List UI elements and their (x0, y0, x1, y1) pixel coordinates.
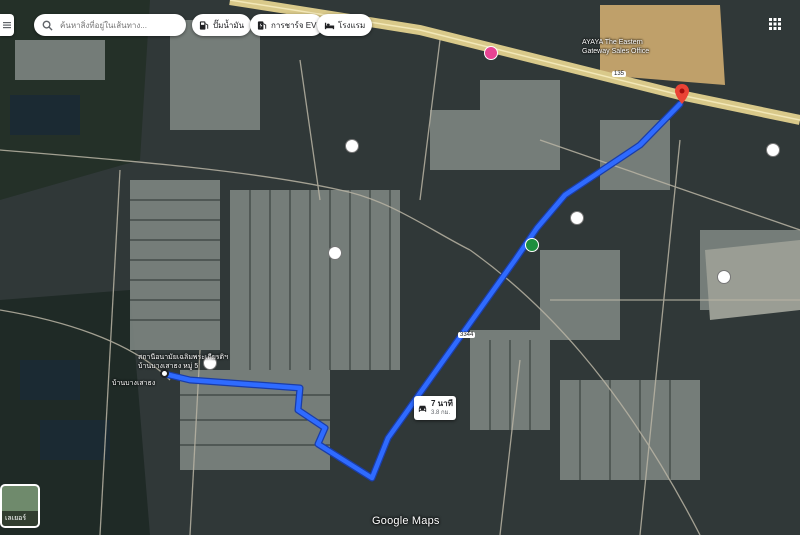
hotel-icon (324, 22, 335, 29)
apps-grid-icon (769, 18, 781, 30)
satellite-map[interactable] (0, 0, 800, 535)
chip-hotel-label: โรงแรม (338, 20, 366, 30)
poi-pin-icon[interactable] (345, 139, 359, 153)
menu-button[interactable] (0, 14, 14, 36)
route-search-box[interactable] (34, 14, 186, 36)
chip-ev-charging-label: การชาร์จ EV (271, 20, 317, 30)
route-duration-card[interactable]: 7 นาที 3.8 กม. (414, 396, 456, 420)
chip-gas-station[interactable]: ปั๊มน้ำมัน (192, 14, 252, 36)
search-icon (42, 20, 53, 31)
ev-charger-icon (257, 20, 267, 30)
destination-pin-icon[interactable] (675, 84, 689, 104)
shopping-poi-icon[interactable] (484, 46, 498, 60)
highway-shield: 135 (612, 71, 627, 77)
layers-button[interactable]: เลเยอร์ (0, 484, 40, 528)
chip-hotel[interactable]: โรงแรม (317, 14, 373, 36)
poi-pin-icon[interactable] (570, 211, 584, 225)
google-maps-logo: Google Maps (372, 515, 440, 527)
poi-pin-icon[interactable] (328, 246, 342, 260)
gas-station-poi-icon[interactable] (525, 238, 539, 252)
apps-button[interactable] (768, 17, 782, 31)
car-icon (418, 405, 427, 412)
route-duration: 7 นาที (431, 399, 453, 408)
origin-label: บ้านบางเสาธง (112, 380, 156, 387)
road-3344-shield: 3344 (458, 332, 476, 338)
chip-gas-station-label: ปั๊มน้ำมัน (213, 20, 245, 30)
origin-poi-sublabel: บ้านบางเสาธง หมู่ 5 (138, 363, 199, 370)
layers-label: เลเยอร์ (5, 515, 27, 522)
chip-ev-charging[interactable]: การชาร์จ EV (250, 14, 324, 36)
destination-poi-label: AYAYA The Eastern Gateway Sales Office (582, 39, 650, 55)
menu-icon (3, 22, 11, 29)
gas-station-icon (199, 20, 209, 30)
route-search-input[interactable] (58, 19, 178, 31)
route-distance: 3.8 กม. (431, 410, 451, 416)
poi-pin-icon[interactable] (766, 143, 780, 157)
poi-pin-icon[interactable] (717, 270, 731, 284)
